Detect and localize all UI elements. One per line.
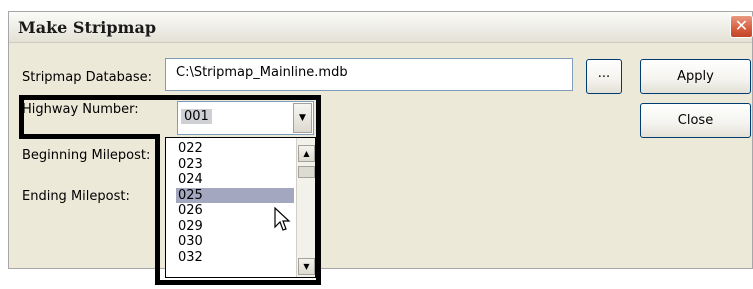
apply-button[interactable]: Apply (640, 59, 751, 94)
make-stripmap-dialog: Make Stripmap ✕ (8, 11, 753, 269)
stripmap-database-field[interactable]: C:\Stripmap_Mainline.mdb (165, 58, 573, 91)
window-close-icon[interactable]: ✕ (730, 15, 753, 38)
annotation-highlight-top (19, 95, 321, 139)
annotation-highlight-left (19, 95, 25, 139)
mouse-pointer-icon (274, 207, 291, 231)
annotation-highlight-list (155, 134, 321, 285)
close-button[interactable]: Close (640, 103, 751, 138)
annotation-highlight-mid (19, 134, 160, 139)
window-title: Make Stripmap (18, 18, 157, 37)
ending-milepost-label: Ending Milepost: (22, 189, 130, 204)
title-bar[interactable]: Make Stripmap ✕ (9, 12, 753, 43)
browse-button[interactable]: ... (586, 59, 622, 94)
stripmap-database-label: Stripmap Database: (22, 70, 152, 85)
beginning-milepost-label: Beginning Milepost: (22, 148, 151, 163)
